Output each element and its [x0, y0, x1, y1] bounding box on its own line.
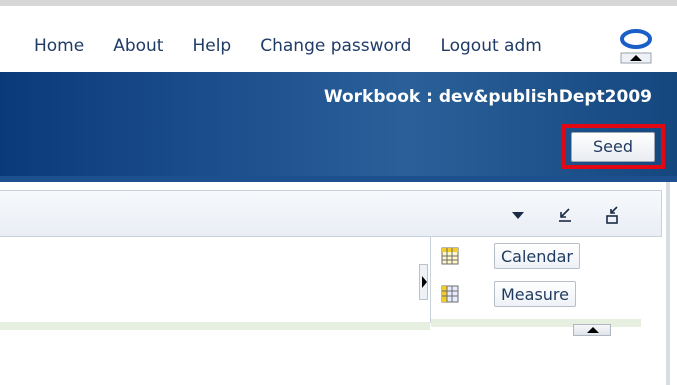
oracle-logo-icon	[620, 29, 652, 64]
collapse-up-button[interactable]	[573, 324, 611, 336]
dimension-row: Measure	[431, 281, 576, 307]
minimize-icon[interactable]	[555, 205, 575, 225]
seed-button[interactable]: Seed	[571, 131, 655, 162]
panel-header	[0, 190, 662, 237]
grid-icon	[441, 247, 459, 265]
splitter-handle[interactable]	[419, 264, 428, 300]
nav-home-link[interactable]: Home	[34, 36, 84, 56]
dimension-row: Calendar	[431, 243, 580, 269]
dimension-area: Calendar Measure	[430, 237, 641, 327]
seed-highlight: Seed	[561, 124, 665, 169]
nav-help-link[interactable]: Help	[192, 36, 231, 56]
content-strip	[0, 322, 430, 330]
detach-icon[interactable]	[603, 205, 623, 225]
dropdown-icon[interactable]	[508, 205, 528, 225]
global-nav: Home About Help Change password Logout a…	[34, 36, 542, 56]
measure-dimension-button[interactable]: Measure	[494, 281, 576, 307]
calendar-dimension-button[interactable]: Calendar	[494, 243, 580, 269]
nav-change-password-link[interactable]: Change password	[260, 36, 411, 56]
top-nav-bar: Home About Help Change password Logout a…	[0, 0, 677, 72]
header-band: Workbook : dev&publishDept2009 Seed	[0, 72, 677, 182]
workbook-title: Workbook : dev&publishDept2009	[323, 87, 652, 107]
nav-logout-link[interactable]: Logout adm	[440, 36, 541, 56]
grid-icon	[441, 285, 459, 303]
panel-content	[0, 237, 430, 330]
nav-about-link[interactable]: About	[113, 36, 163, 56]
